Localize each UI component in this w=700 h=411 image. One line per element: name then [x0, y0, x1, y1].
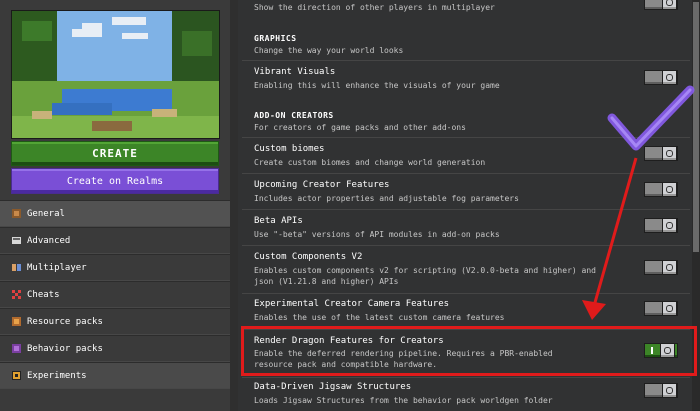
scrollbar-thumb[interactable]	[693, 2, 699, 252]
toggle-switch[interactable]	[644, 260, 678, 275]
setting-title: Custom Components V2	[254, 252, 363, 262]
nav-item-label: General	[27, 208, 65, 219]
setting-description: Create custom biomes and change world ge…	[254, 158, 486, 167]
setting-title: Upcoming Creator Features	[254, 180, 390, 190]
nav-item-label: Behavior packs	[27, 343, 103, 354]
toggle-knob	[662, 260, 677, 275]
settings-list: Show the direction of other players in m…	[238, 0, 692, 411]
multiplayer-icon	[12, 263, 21, 272]
setting-description: Use "-beta" versions of API modules in a…	[254, 230, 500, 239]
toggle-knob	[662, 146, 677, 161]
on-indicator-icon	[651, 347, 653, 354]
left-panel: CREATE Create on Realms General Advanced…	[0, 0, 230, 411]
world-preview-image	[11, 10, 220, 139]
gear-icon	[12, 209, 21, 218]
toggle-knob	[662, 218, 677, 233]
setting-description: Show the direction of other players in m…	[254, 3, 495, 12]
setting-row-custom-biomes: Custom biomes Create custom biomes and c…	[242, 137, 690, 173]
toggle-knob	[660, 343, 675, 358]
experiments-icon	[12, 371, 21, 380]
setting-title: Data-Driven Jigsaw Structures	[254, 382, 412, 392]
setting-row-experimental-creator-camera: Experimental Creator Camera Features Ena…	[242, 293, 690, 329]
toggle-switch-on[interactable]	[644, 343, 678, 358]
setting-row-beta-apis: Beta APIs Use "-beta" versions of API mo…	[242, 209, 690, 245]
setting-title: Render Dragon Features for Creators	[254, 336, 444, 346]
section-header-graphics: GRAPHICS	[254, 34, 297, 43]
toggle-switch[interactable]	[644, 383, 678, 398]
setting-description: Enable the deferred rendering pipeline. …	[254, 349, 553, 369]
nav-item-resource-packs[interactable]: Resource packs	[0, 308, 230, 335]
setting-row-upcoming-creator-features: Upcoming Creator Features Includes actor…	[242, 173, 690, 209]
section-description: Change the way your world looks	[254, 46, 404, 55]
advanced-icon	[12, 236, 21, 245]
toggle-knob	[662, 301, 677, 316]
setting-description: Enables the use of the latest custom cam…	[254, 313, 505, 322]
section-header-addon-creators: ADD-ON CREATORS	[254, 111, 334, 120]
toggle-switch[interactable]	[644, 70, 678, 85]
nav-item-label: Multiplayer	[27, 262, 87, 273]
cheats-icon	[12, 290, 21, 299]
behavior-packs-icon	[12, 344, 21, 353]
toggle-switch[interactable]	[644, 146, 678, 161]
setting-title: Beta APIs	[254, 216, 303, 226]
toggle-switch[interactable]	[644, 182, 678, 197]
setting-row-vibrant-visuals: Vibrant Visuals Enabling this will enhan…	[242, 60, 690, 96]
nav-item-label: Advanced	[27, 235, 71, 246]
setting-title: Experimental Creator Camera Features	[254, 299, 450, 309]
nav-item-cheats[interactable]: Cheats	[0, 281, 230, 308]
setting-row-player-direction: Show the direction of other players in m…	[242, 0, 690, 19]
setting-description: Includes actor properties and adjustable…	[254, 194, 519, 203]
create-button[interactable]: CREATE	[11, 141, 219, 166]
setting-title: Vibrant Visuals	[254, 67, 336, 77]
settings-nav: General Advanced Multiplayer Cheats Reso…	[0, 200, 230, 389]
nav-item-label: Experiments	[27, 370, 87, 381]
setting-title: Custom biomes	[254, 144, 325, 154]
nav-item-advanced[interactable]: Advanced	[0, 227, 230, 254]
toggle-switch[interactable]	[644, 218, 678, 233]
scrollbar[interactable]	[692, 0, 700, 411]
toggle-knob	[662, 0, 677, 10]
setting-row-data-driven-jigsaw: Data-Driven Jigsaw Structures Loads Jigs…	[242, 377, 690, 411]
nav-item-label: Cheats	[27, 289, 60, 300]
toggle-switch[interactable]	[644, 301, 678, 316]
nav-item-label: Resource packs	[27, 316, 103, 327]
settings-panel: Show the direction of other players in m…	[238, 0, 700, 411]
toggle-knob	[662, 383, 677, 398]
setting-description: Enables custom components v2 for scripti…	[254, 266, 596, 286]
nav-item-experiments[interactable]: Experiments	[0, 362, 230, 389]
nav-item-multiplayer[interactable]: Multiplayer	[0, 254, 230, 281]
section-description: For creators of game packs and other add…	[254, 123, 466, 132]
resource-packs-icon	[12, 317, 21, 326]
create-on-realms-button[interactable]: Create on Realms	[11, 168, 219, 194]
setting-row-custom-components-v2: Custom Components V2 Enables custom comp…	[242, 245, 690, 293]
nav-item-general[interactable]: General	[0, 200, 230, 227]
toggle-knob	[662, 70, 677, 85]
setting-row-render-dragon: Render Dragon Features for Creators Enab…	[242, 329, 690, 377]
nav-item-behavior-packs[interactable]: Behavior packs	[0, 335, 230, 362]
setting-description: Enabling this will enhance the visuals o…	[254, 81, 500, 90]
toggle-switch[interactable]	[644, 0, 678, 10]
toggle-knob	[662, 182, 677, 197]
setting-description: Loads Jigsaw Structures from the behavio…	[254, 396, 553, 405]
